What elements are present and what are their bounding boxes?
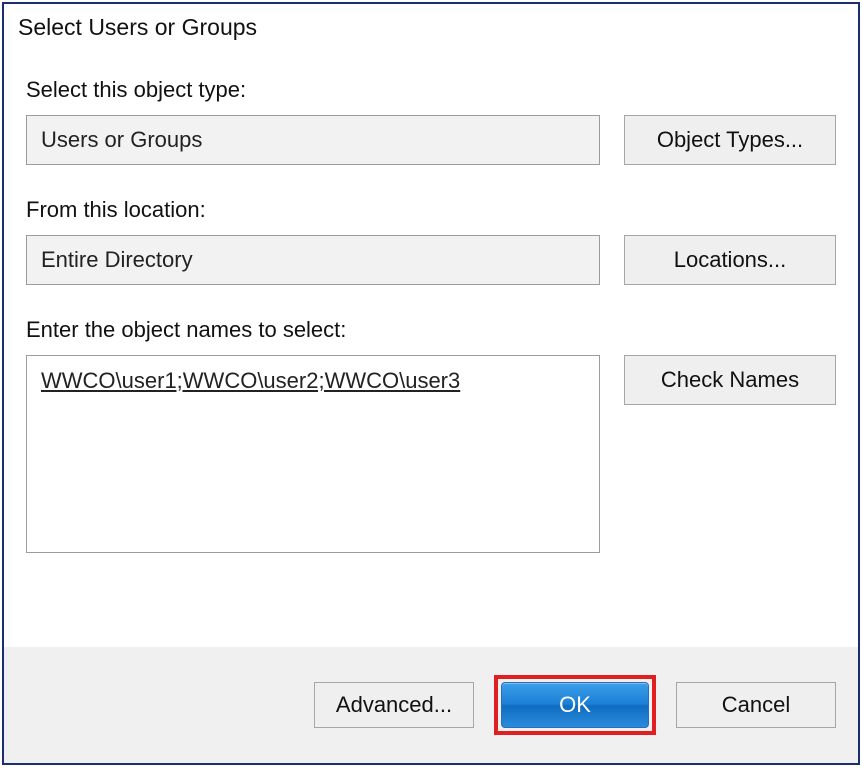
- ok-highlight-box: OK: [494, 675, 656, 735]
- object-names-row: WWCO\user1;WWCO\user2;WWCO\user3 Check N…: [26, 355, 836, 553]
- object-names-input[interactable]: WWCO\user1;WWCO\user2;WWCO\user3: [26, 355, 600, 553]
- advanced-button[interactable]: Advanced...: [314, 682, 474, 728]
- object-type-field: Users or Groups: [26, 115, 600, 165]
- locations-button[interactable]: Locations...: [624, 235, 836, 285]
- object-type-label: Select this object type:: [26, 77, 836, 103]
- location-value: Entire Directory: [41, 247, 193, 273]
- object-type-row: Users or Groups Object Types...: [26, 115, 836, 165]
- cancel-button[interactable]: Cancel: [676, 682, 836, 728]
- location-row: Entire Directory Locations...: [26, 235, 836, 285]
- object-types-button[interactable]: Object Types...: [624, 115, 836, 165]
- location-label: From this location:: [26, 197, 836, 223]
- dialog-body: Select this object type: Users or Groups…: [4, 47, 858, 647]
- object-type-value: Users or Groups: [41, 127, 202, 153]
- dialog-footer: Advanced... OK Cancel: [4, 647, 858, 763]
- dialog-title: Select Users or Groups: [4, 4, 858, 47]
- select-users-groups-dialog: Select Users or Groups Select this objec…: [2, 2, 860, 765]
- object-names-label: Enter the object names to select:: [26, 317, 836, 343]
- location-field: Entire Directory: [26, 235, 600, 285]
- ok-button[interactable]: OK: [501, 682, 649, 728]
- check-names-button[interactable]: Check Names: [624, 355, 836, 405]
